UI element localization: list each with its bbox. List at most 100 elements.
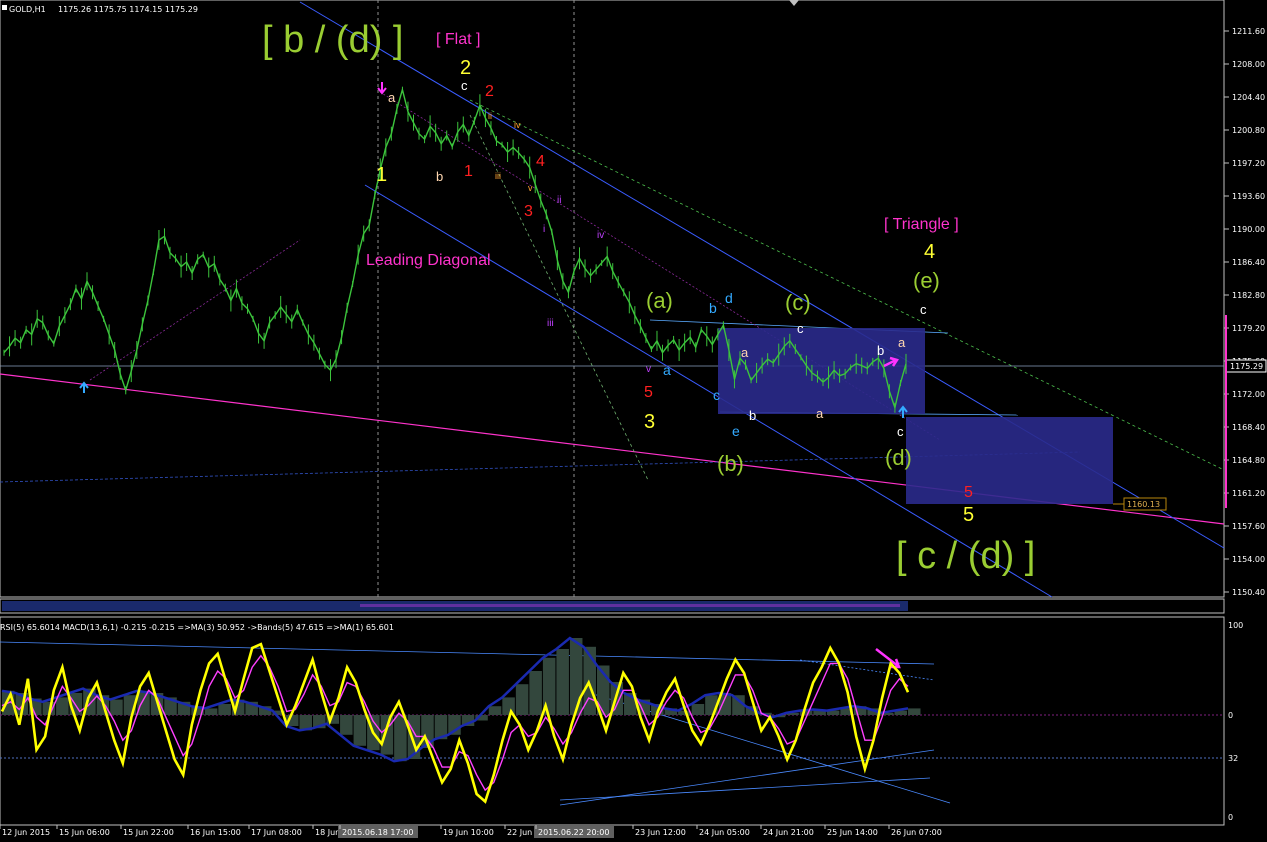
- macd-bar: [110, 699, 123, 715]
- triangle-label: [ Triangle ]: [884, 216, 959, 233]
- wave-label: 5: [963, 504, 974, 526]
- wave-label: iv: [597, 230, 604, 241]
- wave-label: 3: [644, 411, 655, 433]
- macd-bar: [218, 704, 231, 715]
- time-tick-label: 15 Jun 06:00: [59, 828, 110, 837]
- wave-label: 2: [485, 83, 494, 100]
- macd-bar: [394, 715, 407, 762]
- macd-bar: [56, 697, 69, 715]
- ohlc-label: 1175.26 1175.75 1174.15 1175.29: [58, 5, 198, 14]
- wave-label: a: [816, 406, 824, 421]
- macd-bar: [380, 715, 394, 755]
- price-tick-label: 1154.00: [1232, 555, 1265, 564]
- wave-label: a: [898, 335, 906, 350]
- macd-bar: [569, 638, 583, 715]
- macd-bar: [529, 671, 542, 715]
- wave-label: ii: [488, 111, 492, 121]
- wave-label: 1: [464, 163, 473, 180]
- price-tick-label: 1161.20: [1232, 489, 1265, 498]
- price-tick-label: 1182.80: [1232, 291, 1265, 300]
- price-tick-label: 1150.40: [1232, 588, 1265, 597]
- wave-label: a: [741, 345, 749, 360]
- time-tick-label: 24 Jun 05:00: [699, 828, 750, 837]
- price-tick-label: 1186.40: [1232, 258, 1265, 267]
- target-zone: [906, 417, 1113, 504]
- triangle-zone: [718, 328, 925, 414]
- chart-canvas: [ b / (d) ] [ Flat ] [ Triangle ] [ c / …: [0, 0, 1267, 838]
- wave-label: 4: [536, 153, 545, 170]
- price-tick-label: 1208.00: [1232, 60, 1265, 69]
- wave-label: b: [749, 408, 756, 423]
- price-tick-label: 1157.60: [1232, 522, 1265, 531]
- indicator-pane: RSI(5) 65.6014 MACD(13,6,1) -0.215 -0.21…: [0, 616, 1225, 826]
- price-axis[interactable]: 1211.60 1208.00 1204.40 1200.80 1197.20 1193.…: [1224, 27, 1265, 597]
- wave-label: c: [461, 78, 468, 93]
- wave-label: iii: [495, 171, 501, 181]
- wave-label: c: [713, 387, 720, 403]
- wave-label: (d): [885, 445, 912, 470]
- price-tick-label: 1197.20: [1232, 159, 1265, 168]
- symbol-label: GOLD,H1: [9, 5, 46, 14]
- indicator-tick-label: 0: [1228, 711, 1233, 720]
- wave-label: ii: [557, 195, 561, 206]
- price-tick-label: 1193.60: [1232, 192, 1265, 201]
- time-tick-label: 24 Jun 21:00: [763, 828, 814, 837]
- macd-bar: [515, 684, 529, 715]
- leading-diagonal-label: Leading Diagonal: [366, 252, 491, 269]
- price-tick-label: 1211.60: [1232, 27, 1265, 36]
- time-tick-label: 16 Jun 15:00: [190, 828, 241, 837]
- wave-label: (b): [717, 451, 744, 476]
- indicator-tick-label: 0: [1228, 813, 1233, 822]
- macd-bar: [204, 708, 218, 715]
- price-tick-label: 1179.20: [1232, 324, 1265, 333]
- symbol-icon: [2, 5, 7, 10]
- wave-label: (a): [646, 288, 673, 313]
- time-axis[interactable]: 12 Jun 2015 15 Jun 06:00 15 Jun 22:00 16 Ju…: [0, 825, 942, 838]
- time-tick-label: 19 Jun 10:00: [443, 828, 494, 837]
- wave-label: (c): [785, 290, 811, 315]
- time-tick-label: 12 Jun 2015: [2, 828, 50, 837]
- indicator-header: RSI(5) 65.6014 MACD(13,6,1) -0.215 -0.21…: [0, 623, 394, 632]
- indicator-pane-border: [0, 616, 1225, 826]
- wave-label: 5: [644, 384, 653, 401]
- time-tick-label: 26 Jun 07:00: [891, 828, 942, 837]
- wave-label: 3: [524, 203, 533, 220]
- volume-strip-band: [360, 604, 900, 607]
- wave-label: iv: [514, 120, 521, 130]
- macd-bar: [908, 708, 921, 715]
- title-wave-label: [ b / (d) ]: [262, 19, 403, 61]
- macd-bar: [691, 704, 705, 715]
- wave-label: a: [663, 362, 671, 378]
- wave-label: c: [897, 424, 904, 439]
- wave-label: 5: [964, 484, 973, 501]
- main-pane: [0, 0, 1225, 598]
- wave-label: b: [436, 169, 443, 184]
- flat-label: [ Flat ]: [436, 31, 480, 48]
- wave-label: d: [725, 290, 733, 306]
- time-tick-label: 18 Jun: [315, 828, 340, 837]
- time-tick-label: 23 Jun 12:00: [635, 828, 686, 837]
- price-tick-label: 1204.40: [1232, 93, 1265, 102]
- time-tick-label: 25 Jun 14:00: [827, 828, 878, 837]
- macd-bar: [556, 649, 569, 715]
- time-tick-label: 22 Jun: [507, 828, 532, 837]
- target-price-value: 1160.13: [1127, 500, 1160, 509]
- macd-bar: [340, 715, 353, 735]
- indicator-tick-label: 32: [1228, 754, 1238, 763]
- wave-label: v: [528, 183, 533, 193]
- wave-label: iii: [547, 318, 554, 329]
- wave-label: b: [709, 300, 717, 316]
- macd-bar: [488, 706, 502, 715]
- wave-label: c: [797, 321, 804, 336]
- time-tick-label: 15 Jun 22:00: [123, 828, 174, 837]
- wave-label: i: [543, 224, 545, 235]
- current-price-value: 1175.29: [1230, 362, 1263, 371]
- wave-label: 4: [924, 241, 935, 263]
- wave-label: e: [732, 423, 740, 439]
- wave-label: 2: [460, 57, 471, 79]
- price-tick-label: 1190.00: [1232, 225, 1265, 234]
- time-tick-label: 2015.06.18 17:00: [342, 828, 413, 837]
- wave-label: b: [877, 343, 884, 358]
- wave-label: a: [388, 90, 396, 105]
- wave-label: v: [646, 364, 651, 375]
